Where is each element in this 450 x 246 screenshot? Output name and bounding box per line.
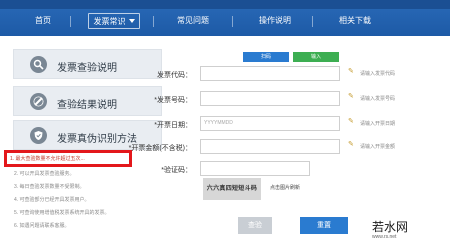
note-item: 2. 可以开具发票查验服务。 <box>14 171 75 177</box>
top-nav: 首页 发票常识 常见问题 操作说明 相关下载 <box>0 0 450 36</box>
nav-home[interactable]: 首页 <box>28 13 58 29</box>
captcha-refresh-tip[interactable]: 点击图片刷新 <box>270 184 300 191</box>
invoice-number-input[interactable] <box>200 91 340 106</box>
sidebar-card-label: 查验结果说明 <box>57 100 117 111</box>
highlighted-note[interactable]: 1. 最大查验数量不允许超过五次... <box>10 155 85 162</box>
scan-mode-button[interactable]: 扫码 <box>243 52 289 62</box>
invoice-amount-label: *开票金额(不含税)： <box>128 145 192 152</box>
shield-icon <box>30 127 47 144</box>
pencil-icon <box>30 93 47 110</box>
invoice-code-hint: 请输入发票代码 <box>360 71 396 77</box>
reset-button[interactable]: 重置 <box>300 217 348 234</box>
nav-separator <box>312 16 313 27</box>
invoice-number-hint: 请输入发票号码 <box>360 96 396 102</box>
invoice-code-label: 发票代码： <box>157 72 192 79</box>
pencil-icon: ✎ <box>348 141 354 148</box>
invoice-amount-input[interactable] <box>200 139 340 154</box>
invoice-date-input[interactable]: YYYYMMDD <box>200 116 340 131</box>
check-button[interactable]: 查验 <box>238 217 272 234</box>
invoice-code-input[interactable] <box>200 66 340 81</box>
note-item: 4. 可查验部分已经开具发票用户。 <box>14 197 90 203</box>
nav-invoice-knowledge[interactable]: 发票常识 <box>88 13 140 29</box>
invoice-date-label: *开票日期： <box>154 122 192 129</box>
nav-separator <box>153 16 154 27</box>
captcha-input[interactable] <box>200 161 310 176</box>
pencil-icon: ✎ <box>348 68 354 75</box>
nav-separator <box>70 16 71 27</box>
captcha-label: *验证码： <box>161 167 192 174</box>
nav-top-shade <box>0 0 450 9</box>
note-item: 3. 每日查验发票数量不受限制。 <box>14 184 85 190</box>
nav-downloads[interactable]: 相关下载 <box>330 13 380 29</box>
invoice-amount-hint: 请输入开票金额 <box>360 144 396 150</box>
magnifier-icon <box>30 56 47 73</box>
sidebar-card-label: 发票查验说明 <box>57 63 117 74</box>
nav-faq[interactable]: 常见问题 <box>168 13 218 29</box>
chevron-down-icon <box>128 19 135 23</box>
note-item: 5. 可查询使用增值税发票系统开具的发票。 <box>14 210 110 216</box>
watermark-logo: 若水网 <box>372 220 409 234</box>
invoice-date-hint: 请输入开票日期 <box>360 121 396 127</box>
pencil-icon: ✎ <box>348 93 354 100</box>
pencil-icon: ✎ <box>348 118 354 125</box>
invoice-number-label: *发票号码： <box>154 97 192 104</box>
watermark-url: www.rs.net <box>372 234 397 240</box>
nav-separator <box>232 16 233 27</box>
input-mode-button[interactable]: 输入 <box>293 52 339 62</box>
nav-invoice-knowledge-label: 发票常识 <box>93 17 126 26</box>
note-item: 6. 如遇问题请联系客服。 <box>14 223 70 229</box>
nav-instructions[interactable]: 操作说明 <box>250 13 300 29</box>
captcha-image[interactable]: 六六真四短短斗码 <box>203 178 261 200</box>
